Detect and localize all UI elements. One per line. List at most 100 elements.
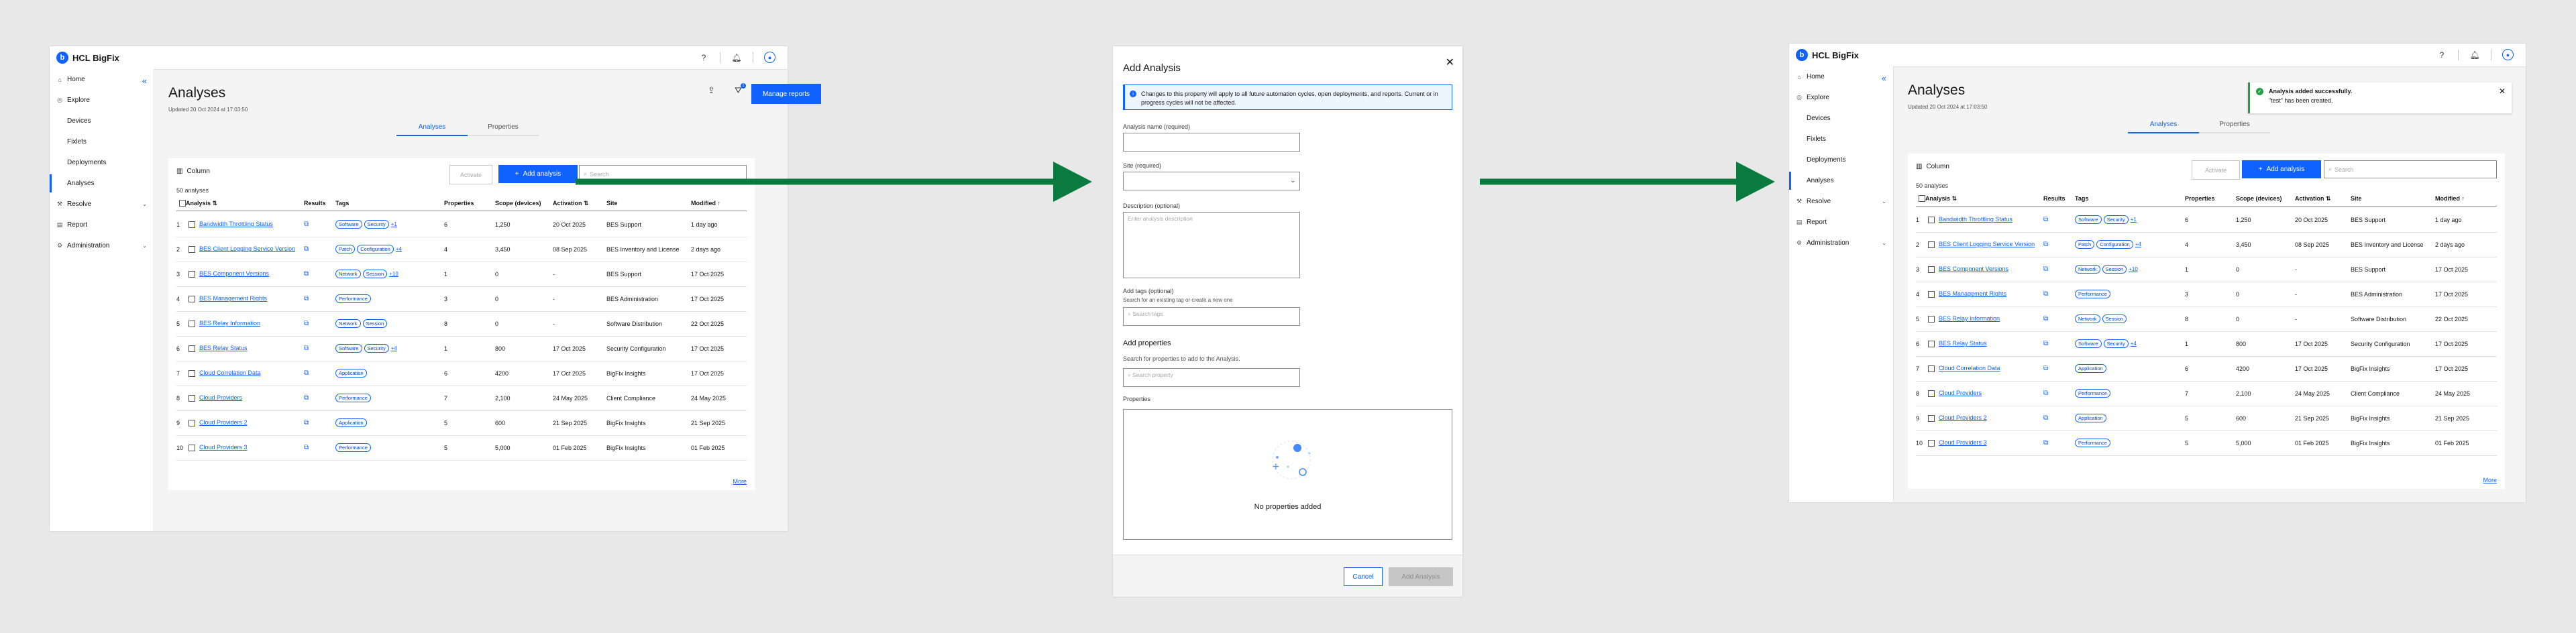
user-avatar-icon[interactable]: ● (764, 52, 775, 63)
nav-home[interactable]: ⌂ Home (50, 69, 154, 90)
more-tags-link[interactable]: +4 (391, 345, 397, 351)
column-header[interactable]: Modified ↑ (2435, 195, 2497, 202)
row-checkbox[interactable] (189, 320, 195, 327)
analysis-link[interactable]: BES Client Logging Service Version (1939, 241, 2035, 247)
launch-icon[interactable]: ⧉ (2043, 340, 2048, 347)
launch-icon[interactable]: ⧉ (304, 221, 309, 228)
more-tags-link[interactable]: +1 (391, 221, 397, 227)
analysis-link[interactable]: Bandwidth Throttling Status (1939, 216, 2012, 223)
row-checkbox[interactable] (1928, 241, 1935, 248)
tab-properties[interactable]: Properties (468, 123, 539, 136)
launch-icon[interactable]: ⧉ (304, 444, 309, 451)
column-header[interactable]: Tags (2075, 195, 2185, 202)
activate-button[interactable]: Activate (449, 165, 492, 184)
row-checkbox[interactable] (189, 444, 195, 451)
more-tags-link[interactable]: +4 (2131, 341, 2137, 347)
sort-icon[interactable]: ⇅ (1950, 195, 1957, 202)
cancel-button[interactable]: Cancel (1344, 567, 1383, 586)
nav-deployments[interactable]: Deployments (1789, 150, 1893, 170)
nav-analyses[interactable]: Analyses (1789, 170, 1893, 191)
nav-resolve[interactable]: ⚒ Resolve ⌄ (50, 194, 154, 215)
row-checkbox[interactable] (189, 270, 195, 278)
close-icon[interactable]: ✕ (2499, 87, 2506, 96)
tags-search-input[interactable]: ⌕ Search tags (1123, 307, 1300, 326)
nav-analyses[interactable]: Analyses (50, 173, 154, 194)
row-checkbox[interactable] (189, 245, 195, 253)
analysis-link[interactable]: BES Relay Information (199, 320, 260, 327)
analysis-link[interactable]: BES Relay Status (1939, 340, 1987, 347)
notification-icon[interactable]: 🔔︎ (2469, 50, 2480, 60)
nav-devices[interactable]: Devices (50, 111, 154, 131)
more-link[interactable]: More (733, 478, 747, 485)
select-all-checkbox[interactable] (179, 200, 186, 207)
column-header[interactable]: Scope (devices) (2236, 195, 2295, 202)
tab-analyses[interactable]: Analyses (396, 123, 468, 136)
analysis-link[interactable]: Cloud Correlation Data (199, 369, 261, 376)
row-checkbox[interactable] (1928, 414, 1935, 422)
analysis-link[interactable]: BES Component Versions (1939, 266, 2008, 272)
row-checkbox[interactable] (1928, 390, 1935, 397)
launch-icon[interactable]: ⧉ (2043, 414, 2048, 422)
analysis-link[interactable]: Bandwidth Throttling Status (199, 221, 273, 227)
analysis-link[interactable]: BES Management Rights (199, 295, 267, 302)
row-checkbox[interactable] (189, 394, 195, 402)
column-header[interactable]: Analysis ⇅ (1925, 195, 2043, 203)
row-checkbox[interactable] (1928, 216, 1935, 223)
upload-icon[interactable]: ⇪ (708, 85, 715, 96)
analysis-link[interactable]: BES Relay Information (1939, 315, 2000, 322)
launch-icon[interactable]: ⧉ (304, 419, 309, 426)
row-checkbox[interactable] (189, 345, 195, 352)
analysis-link[interactable]: Cloud Providers (199, 394, 242, 401)
nav-report[interactable]: ▤ Report (1789, 212, 1893, 233)
row-checkbox[interactable] (189, 419, 195, 426)
nav-deployments[interactable]: Deployments (50, 152, 154, 173)
launch-icon[interactable]: ⧉ (2043, 266, 2048, 273)
row-checkbox[interactable] (189, 369, 195, 377)
launch-icon[interactable]: ⧉ (304, 394, 309, 402)
select-all-checkbox[interactable] (1919, 195, 1925, 203)
launch-icon[interactable]: ⧉ (2043, 365, 2048, 372)
help-icon[interactable]: ? (698, 52, 709, 63)
nav-explore[interactable]: ◎ Explore (50, 90, 154, 111)
analysis-link[interactable]: Cloud Providers 3 (199, 444, 248, 451)
analysis-link[interactable]: BES Management Rights (1939, 290, 2006, 297)
notification-icon[interactable]: 🔔︎ (731, 52, 742, 63)
more-tags-link[interactable]: +1 (2131, 217, 2137, 223)
brand[interactable]: b HCL BigFix (1796, 49, 1859, 61)
column-header[interactable]: Site (2351, 195, 2435, 202)
more-link[interactable]: More (2483, 477, 2497, 483)
description-textarea[interactable]: Enter analysis description (1123, 212, 1300, 278)
launch-icon[interactable]: ⧉ (304, 345, 309, 352)
column-header[interactable]: Properties (2185, 195, 2236, 202)
activate-button[interactable]: Activate (2192, 160, 2240, 180)
property-search-input[interactable]: ⌕ Search property (1123, 368, 1300, 387)
nav-resolve[interactable]: ⚒ Resolve ⌄ (1789, 191, 1893, 212)
column-header[interactable]: Results (2043, 195, 2075, 202)
sort-icon[interactable]: ⇅ (211, 200, 218, 207)
launch-icon[interactable]: ⧉ (2043, 241, 2048, 248)
add-analysis-button[interactable]: + Add analysis (498, 165, 578, 183)
launch-icon[interactable]: ⧉ (304, 295, 309, 302)
launch-icon[interactable]: ⧉ (2043, 290, 2048, 298)
nav-devices[interactable]: Devices (1789, 108, 1893, 129)
nav-administration[interactable]: ⚙ Administration ⌄ (50, 235, 154, 256)
more-tags-link[interactable]: +10 (2129, 266, 2138, 272)
row-checkbox[interactable] (1928, 340, 1935, 347)
more-tags-link[interactable]: +10 (389, 271, 398, 277)
launch-icon[interactable]: ⧉ (304, 270, 309, 278)
analysis-link[interactable]: Cloud Providers 3 (1939, 439, 1987, 446)
tab-analyses[interactable]: Analyses (2128, 121, 2199, 133)
column-header[interactable]: Scope (devices) (495, 200, 553, 207)
more-tags-link[interactable]: +4 (396, 246, 402, 252)
analysis-link[interactable]: BES Component Versions (199, 270, 269, 277)
analysis-link[interactable]: BES Client Logging Service Version (199, 245, 295, 252)
help-icon[interactable]: ? (2436, 50, 2447, 60)
column-button[interactable]: ▥ Column (176, 168, 210, 175)
launch-icon[interactable]: ⧉ (304, 369, 309, 377)
sort-icon[interactable]: ⇅ (2324, 195, 2331, 202)
column-header[interactable]: Analysis ⇅ (186, 200, 304, 207)
analysis-name-input[interactable] (1123, 133, 1300, 152)
more-tags-link[interactable]: +4 (2135, 241, 2141, 247)
manage-reports-button[interactable]: Manage reports (751, 84, 821, 104)
analysis-link[interactable]: Cloud Providers 2 (1939, 414, 1987, 421)
